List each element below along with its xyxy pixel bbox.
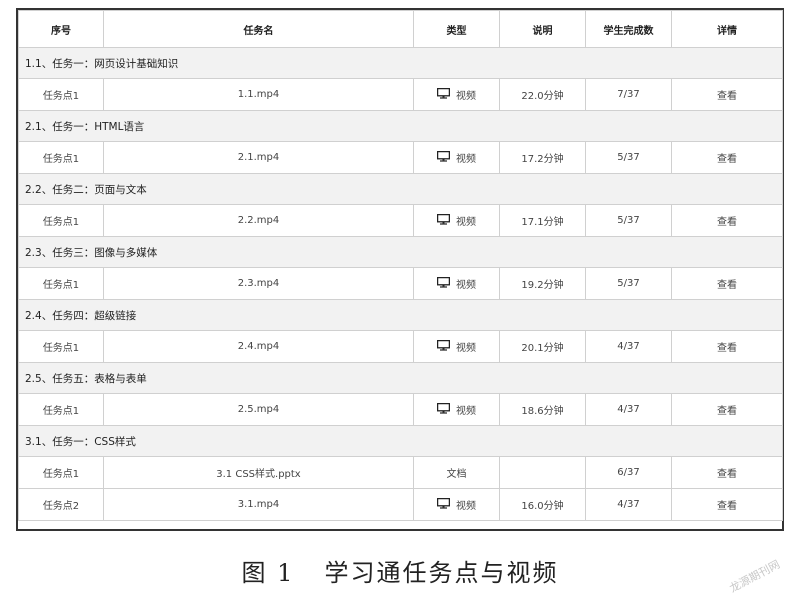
task-type: 视频 <box>413 488 500 521</box>
task-index: 任务点1 <box>18 330 104 363</box>
section-label: 2.5、任务五：表格与表单 <box>18 362 783 394</box>
view-detail-link[interactable]: 查看 <box>671 393 783 426</box>
task-description <box>499 456 586 489</box>
view-detail-link[interactable]: 查看 <box>671 267 783 300</box>
section-row: 2.3、任务三：图像与多媒体 <box>18 236 783 268</box>
task-type-label: 视频 <box>456 91 476 102</box>
task-index: 任务点2 <box>18 488 104 521</box>
view-detail-link[interactable]: 查看 <box>671 330 783 363</box>
section-label: 2.3、任务三：图像与多媒体 <box>18 236 783 268</box>
task-description: 19.2分钟 <box>499 267 586 300</box>
section-row: 2.5、任务五：表格与表单 <box>18 362 783 394</box>
task-name[interactable]: 2.4.mp4 <box>103 330 414 363</box>
header-completion: 学生完成数 <box>585 10 672 48</box>
figure-number: 图 1 <box>241 559 295 587</box>
task-type-label: 视频 <box>456 501 476 512</box>
task-name[interactable]: 2.2.mp4 <box>103 204 414 237</box>
section-label: 2.1、任务一：HTML语言 <box>18 110 783 142</box>
task-description: 22.0分钟 <box>499 78 586 111</box>
task-name[interactable]: 3.1 CSS样式.pptx <box>103 456 414 489</box>
task-description: 18.6分钟 <box>499 393 586 426</box>
task-type: 视频 <box>413 393 500 426</box>
task-row: 任务点1 3.1 CSS样式.pptx 文档 6/37 查看 <box>18 456 783 489</box>
task-type-label: 视频 <box>456 217 476 228</box>
task-description: 17.2分钟 <box>499 141 586 174</box>
task-type: 视频 <box>413 78 500 111</box>
task-type-label: 视频 <box>456 406 476 417</box>
monitor-icon <box>436 213 451 228</box>
task-completion: 5/37 <box>585 141 672 174</box>
task-name[interactable]: 2.3.mp4 <box>103 267 414 300</box>
section-label: 2.4、任务四：超级链接 <box>18 299 783 331</box>
view-detail-link[interactable]: 查看 <box>671 78 783 111</box>
section-label: 1.1、任务一：网页设计基础知识 <box>18 47 783 79</box>
monitor-icon <box>436 497 451 512</box>
task-completion: 6/37 <box>585 456 672 489</box>
section-row: 3.1、任务一：CSS样式 <box>18 425 783 457</box>
header-detail: 详情 <box>671 10 783 48</box>
task-index: 任务点1 <box>18 393 104 426</box>
task-name[interactable]: 2.5.mp4 <box>103 393 414 426</box>
task-row: 任务点1 2.2.mp4 视频 17.1分钟 5/37 查看 <box>18 204 783 237</box>
header-index: 序号 <box>18 10 104 48</box>
monitor-icon <box>436 276 451 291</box>
task-index: 任务点1 <box>18 78 104 111</box>
view-detail-link[interactable]: 查看 <box>671 456 783 489</box>
task-type: 视频 <box>413 141 500 174</box>
section-row: 2.1、任务一：HTML语言 <box>18 110 783 142</box>
section-label: 3.1、任务一：CSS样式 <box>18 425 783 457</box>
task-table: 序号 任务名 类型 说明 学生完成数 详情 1.1、任务一：网页设计基础知识 任务… <box>18 10 783 521</box>
task-type: 文档 <box>413 456 500 489</box>
task-type-label: 视频 <box>456 343 476 354</box>
monitor-icon <box>436 87 451 102</box>
task-description: 17.1分钟 <box>499 204 586 237</box>
header-description: 说明 <box>499 10 586 48</box>
view-detail-link[interactable]: 查看 <box>671 141 783 174</box>
header-type: 类型 <box>413 10 500 48</box>
figure-caption: 图 1 学习通任务点与视频 <box>0 553 800 588</box>
table-header-row: 序号 任务名 类型 说明 学生完成数 详情 <box>18 10 783 48</box>
monitor-icon <box>436 150 451 165</box>
task-name[interactable]: 3.1.mp4 <box>103 488 414 521</box>
task-completion: 5/37 <box>585 267 672 300</box>
task-completion: 7/37 <box>585 78 672 111</box>
section-label: 2.2、任务二：页面与文本 <box>18 173 783 205</box>
task-completion: 4/37 <box>585 393 672 426</box>
task-row: 任务点1 2.4.mp4 视频 20.1分钟 4/37 查看 <box>18 330 783 363</box>
task-row: 任务点2 3.1.mp4 视频 16.0分钟 4/37 查看 <box>18 488 783 521</box>
section-row: 2.4、任务四：超级链接 <box>18 299 783 331</box>
task-name[interactable]: 1.1.mp4 <box>103 78 414 111</box>
figure-title: 学习通任务点与视频 <box>324 559 559 587</box>
task-type-label: 视频 <box>456 154 476 165</box>
task-index: 任务点1 <box>18 141 104 174</box>
view-detail-link[interactable]: 查看 <box>671 204 783 237</box>
task-completion: 4/37 <box>585 488 672 521</box>
task-type: 视频 <box>413 267 500 300</box>
task-completion: 5/37 <box>585 204 672 237</box>
task-index: 任务点1 <box>18 267 104 300</box>
section-row: 2.2、任务二：页面与文本 <box>18 173 783 205</box>
task-type: 视频 <box>413 330 500 363</box>
task-type-label: 文档 <box>446 469 467 480</box>
task-row: 任务点1 1.1.mp4 视频 22.0分钟 7/37 查看 <box>18 78 783 111</box>
header-task-name: 任务名 <box>103 10 414 48</box>
monitor-icon <box>436 339 451 354</box>
table-body: 1.1、任务一：网页设计基础知识 任务点1 1.1.mp4 视频 22.0分钟 7/37 查… <box>18 47 783 521</box>
monitor-icon <box>436 402 451 417</box>
task-completion: 4/37 <box>585 330 672 363</box>
task-type: 视频 <box>413 204 500 237</box>
task-index: 任务点1 <box>18 456 104 489</box>
task-row: 任务点1 2.1.mp4 视频 17.2分钟 5/37 查看 <box>18 141 783 174</box>
task-row: 任务点1 2.5.mp4 视频 18.6分钟 4/37 查看 <box>18 393 783 426</box>
task-type-label: 视频 <box>456 280 476 291</box>
task-table-container: 序号 任务名 类型 说明 学生完成数 详情 1.1、任务一：网页设计基础知识 任务… <box>16 8 784 531</box>
task-row: 任务点1 2.3.mp4 视频 19.2分钟 5/37 查看 <box>18 267 783 300</box>
task-description: 16.0分钟 <box>499 488 586 521</box>
view-detail-link[interactable]: 查看 <box>671 488 783 521</box>
task-name[interactable]: 2.1.mp4 <box>103 141 414 174</box>
task-index: 任务点1 <box>18 204 104 237</box>
task-description: 20.1分钟 <box>499 330 586 363</box>
section-row: 1.1、任务一：网页设计基础知识 <box>18 47 783 79</box>
